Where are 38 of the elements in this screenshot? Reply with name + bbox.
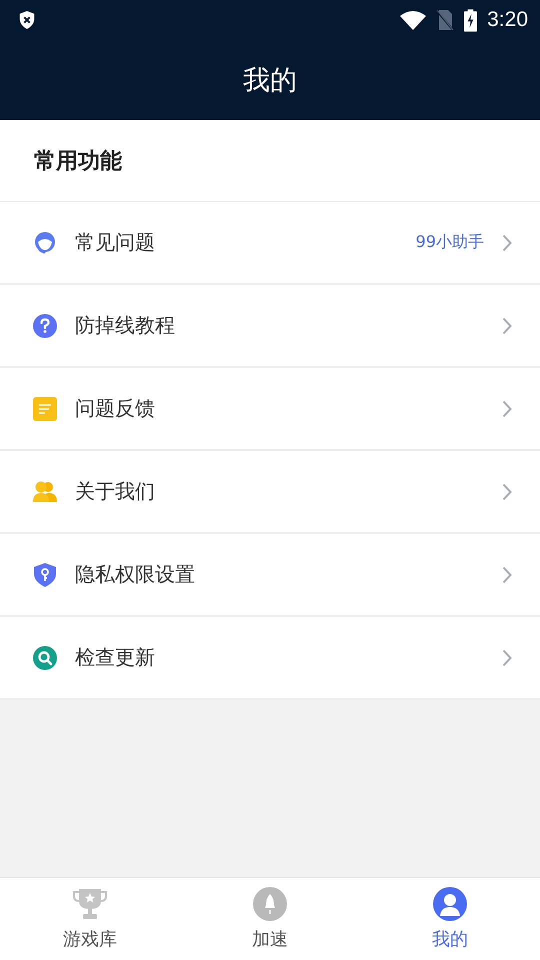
section-title: 常用功能	[34, 148, 122, 176]
menu-item[interactable]: 防掉线教程	[0, 285, 540, 368]
menu-label: 防掉线教程	[75, 312, 176, 339]
menu-item[interactable]: 隐私权限设置	[0, 534, 540, 617]
menu-label: 常见问题	[75, 229, 156, 256]
users-icon	[32, 480, 58, 504]
menu-item[interactable]: 问题反馈	[0, 368, 540, 451]
question-icon	[33, 314, 57, 338]
status-time: 3:20	[487, 8, 528, 32]
page-title: 我的	[243, 64, 297, 98]
chevron-right-icon	[502, 316, 512, 334]
chevron-right-icon	[502, 482, 512, 500]
menu-label: 问题反馈	[75, 395, 156, 422]
chevron-right-icon	[502, 400, 512, 418]
wifi-icon	[400, 10, 426, 30]
search-icon	[33, 646, 57, 670]
tab-bar-item[interactable]: 加速	[180, 878, 360, 960]
note-icon	[33, 396, 57, 420]
chevron-right-icon	[502, 648, 512, 666]
trophy-icon	[73, 887, 107, 921]
chevron-right-icon	[502, 234, 512, 252]
assistant-label: 99小助手	[416, 232, 484, 253]
shield-icon	[18, 10, 36, 30]
menu-item[interactable]: 检查更新	[0, 617, 540, 700]
menu-label: 隐私权限设置	[75, 561, 196, 588]
menu-item[interactable]: 关于我们	[0, 451, 540, 534]
rocket-icon	[253, 887, 287, 921]
shield-key-icon	[33, 562, 57, 586]
battery-icon	[464, 8, 478, 32]
no-sim-icon	[436, 9, 454, 31]
user-icon	[433, 887, 467, 921]
headset-icon	[33, 230, 57, 254]
chevron-right-icon	[502, 566, 512, 584]
menu-item[interactable]: 常见问题 99小助手	[0, 202, 540, 285]
tab-bar-item[interactable]: 我的	[360, 878, 540, 960]
menu-label: 关于我们	[75, 478, 156, 505]
menu-label: 检查更新	[75, 644, 156, 671]
tab-bar-item[interactable]: 游戏库	[0, 878, 180, 960]
